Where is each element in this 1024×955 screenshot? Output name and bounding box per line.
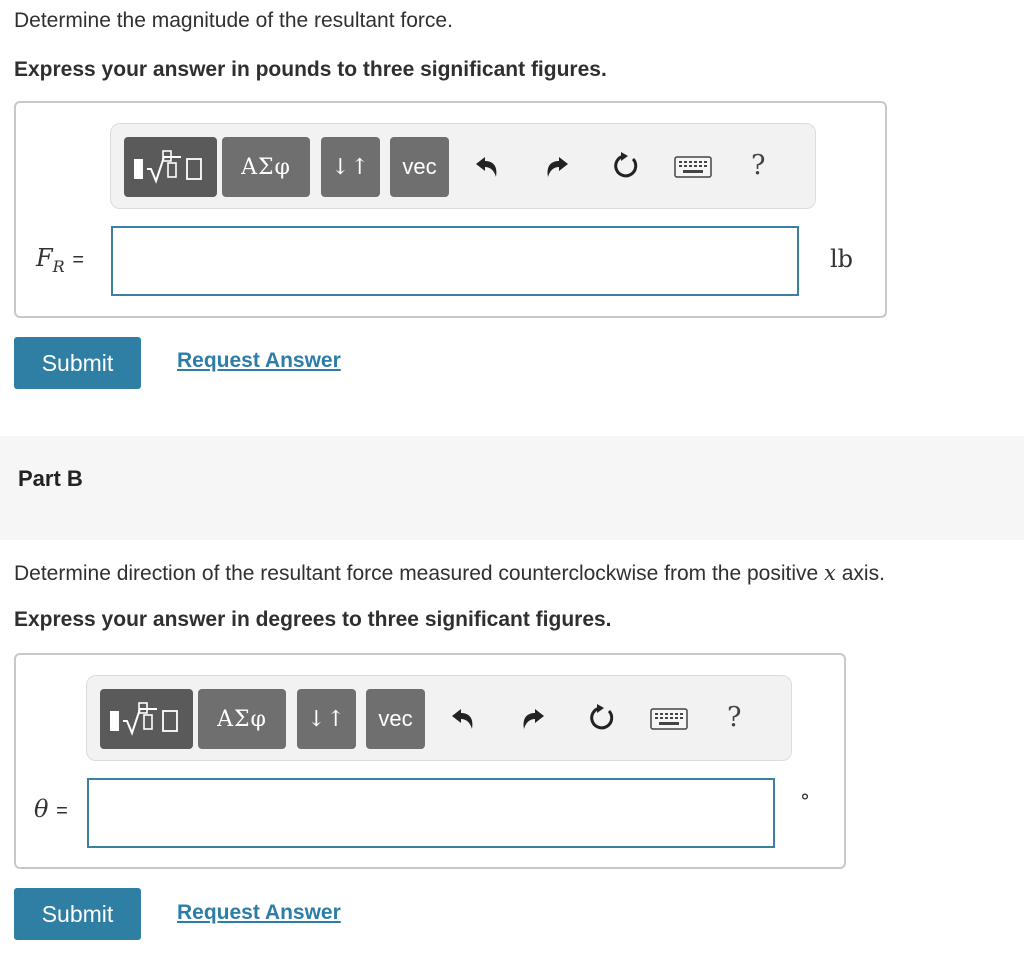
theta-variable-label: θ = (34, 795, 68, 823)
undo-icon[interactable] (469, 150, 505, 184)
part-b-title: Part B (18, 466, 83, 491)
part-b-question: Determine direction of the resultant for… (14, 561, 885, 585)
greek-label: ΑΣφ (241, 154, 291, 180)
degree-unit-label: ° (800, 789, 810, 813)
greek-symbols-button[interactable]: ΑΣφ (198, 689, 286, 749)
part-b-answer-box: ΑΣφ ↓↑ vec ? θ = ° (14, 653, 846, 869)
help-icon[interactable]: ? (727, 702, 741, 733)
keyboard-icon[interactable] (671, 152, 715, 182)
part-a-submit-button[interactable]: Submit (14, 337, 141, 389)
greek-label: ΑΣφ (217, 706, 267, 732)
part-a-instruction: Express your answer in pounds to three s… (14, 58, 607, 81)
redo-icon[interactable] (539, 150, 575, 184)
part-b-header: Part B (0, 436, 1024, 540)
keyboard-icon[interactable] (647, 704, 691, 734)
reset-icon[interactable] (607, 147, 645, 185)
greek-symbols-button[interactable]: ΑΣφ (222, 137, 310, 197)
reset-icon[interactable] (583, 699, 621, 737)
part-a-math-toolbar: ΑΣφ ↓↑ vec ? (110, 123, 816, 209)
part-a-request-answer-link[interactable]: Request Answer (177, 349, 341, 373)
fraction-sqrt-template-icon (109, 702, 178, 736)
part-b-math-toolbar: ΑΣφ ↓↑ vec ? (86, 675, 792, 761)
undo-icon[interactable] (445, 702, 481, 736)
direction-answer-input[interactable] (87, 778, 775, 848)
unit-label: lb (830, 245, 854, 273)
fraction-sqrt-template-icon (133, 150, 202, 184)
part-a-question: Determine the magnitude of the resultant… (14, 9, 453, 32)
template-button[interactable] (124, 137, 217, 197)
force-variable-label: FR = (36, 244, 85, 276)
vec-label: vec (402, 154, 437, 179)
redo-icon[interactable] (515, 702, 551, 736)
part-b-request-answer-link[interactable]: Request Answer (177, 901, 341, 925)
part-b-submit-button[interactable]: Submit (14, 888, 141, 940)
part-a-answer-box: ΑΣφ ↓↑ vec ? FR = lb (14, 101, 887, 318)
subscript-superscript-button[interactable]: ↓↑ (321, 137, 380, 197)
subscript-superscript-button[interactable]: ↓↑ (297, 689, 356, 749)
magnitude-answer-input[interactable] (111, 226, 799, 296)
part-b-instruction: Express your answer in degrees to three … (14, 608, 612, 631)
template-button[interactable] (100, 689, 193, 749)
help-icon[interactable]: ? (751, 150, 765, 181)
vector-button[interactable]: vec (390, 137, 449, 197)
updown-arrows-icon: ↓↑ (331, 154, 370, 180)
vec-label: vec (378, 706, 413, 731)
updown-arrows-icon: ↓↑ (307, 706, 346, 732)
vector-button[interactable]: vec (366, 689, 425, 749)
